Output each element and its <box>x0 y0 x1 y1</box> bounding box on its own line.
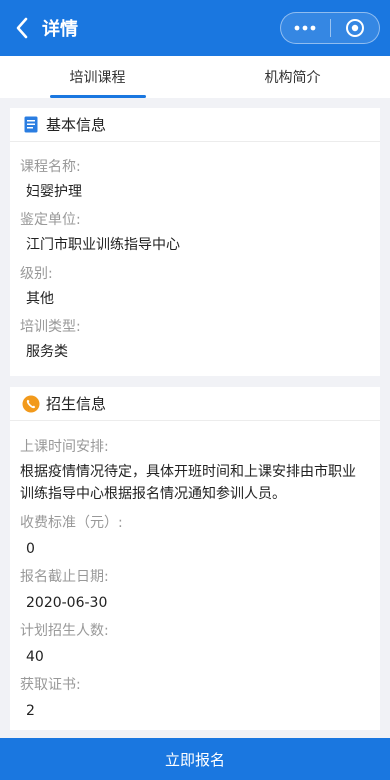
chevron-left-icon <box>16 17 28 39</box>
schedule-label: 上课时间安排: <box>20 439 109 455</box>
mini-program-capsule <box>280 12 380 44</box>
assessment-unit-label: 鉴定单位: <box>20 212 81 228</box>
course-name-label: 课程名称: <box>20 159 81 175</box>
navigation-bar: 详情 <box>0 0 390 56</box>
more-button[interactable] <box>281 13 330 43</box>
tab-bar: 培训课程 机构简介 <box>0 56 390 98</box>
enrollment-info-header: 招生信息 <box>10 387 380 421</box>
basic-info-card: 基本信息 课程名称: 妇婴护理 鉴定单位: 江门市职业训练指导中心 级别: 其他… <box>10 108 380 376</box>
schedule-value-line-1: 根据疫情情况待定，具体开班时间和上课安排由市职业 <box>20 464 356 480</box>
phone-icon <box>22 395 40 413</box>
training-type-value: 服务类 <box>26 344 68 360</box>
back-button[interactable] <box>2 0 42 56</box>
quota-label: 计划招生人数: <box>20 623 109 639</box>
certificate-value: 2 <box>26 703 35 719</box>
enrollment-info-card: 招生信息 上课时间安排: 根据疫情情况待定，具体开班时间和上课安排由市职业 训练… <box>10 387 380 730</box>
fee-label: 收费标准（元）: <box>20 515 123 531</box>
enroll-now-button[interactable]: 立即报名 <box>0 738 390 780</box>
deadline-label: 报名截止日期: <box>20 569 109 585</box>
tab-course[interactable]: 培训课程 <box>0 56 195 98</box>
target-icon <box>345 19 364 37</box>
fee-value: 0 <box>26 541 35 557</box>
level-value: 其他 <box>26 291 54 307</box>
level-label: 级别: <box>20 266 53 282</box>
training-type-label: 培训类型: <box>20 319 81 335</box>
basic-info-header: 基本信息 <box>10 108 380 142</box>
page-title: 详情 <box>42 19 78 40</box>
document-icon <box>22 116 40 134</box>
deadline-value: 2020-06-30 <box>26 595 108 611</box>
close-miniprogram-button[interactable] <box>331 13 380 43</box>
quota-value: 40 <box>26 649 44 665</box>
course-name-value: 妇婴护理 <box>26 184 82 200</box>
more-dots-icon <box>294 25 316 31</box>
basic-info-title: 基本信息 <box>46 116 107 134</box>
enrollment-info-title: 招生信息 <box>46 395 107 413</box>
certificate-label: 获取证书: <box>20 677 81 693</box>
tab-institution[interactable]: 机构简介 <box>195 56 390 98</box>
assessment-unit-value: 江门市职业训练指导中心 <box>26 237 180 253</box>
schedule-value-line-2: 训练指导中心根据报名情况通知参训人员。 <box>20 486 286 502</box>
